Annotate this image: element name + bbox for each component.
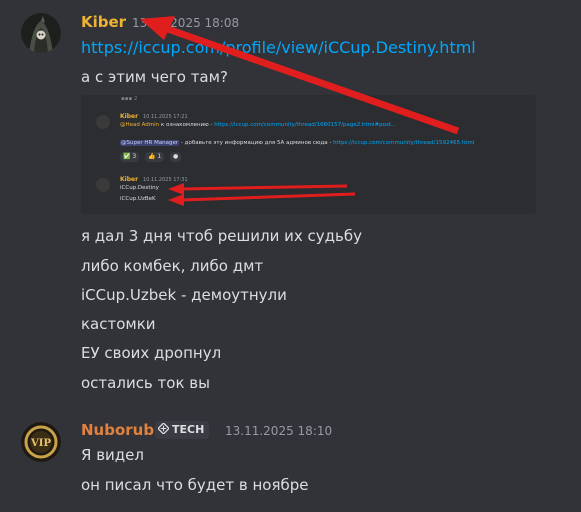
embedded-screenshot[interactable]: ▪▪▪ 2 Kiber 10.11.2025 17:21 @Head Admin… <box>81 95 536 214</box>
embedded-text: - добавьте эту информацию для 5А админов… <box>179 140 334 146</box>
timestamp: 13.11.2025 18:08 <box>132 16 240 30</box>
embedded-timestamp: 10.11.2025 17:21 <box>143 114 188 120</box>
message-text: кастомки <box>81 315 156 333</box>
embedded-top-label: ▪▪▪ 2 <box>121 96 138 102</box>
avatar[interactable] <box>21 13 61 53</box>
embedded-line-1: @Head Admin к ознакомлению - https://icc… <box>120 122 396 128</box>
embedded-link: https://iccup.com/community/thread/15924… <box>333 140 475 146</box>
message-text: остались ток вы <box>81 374 210 392</box>
message-text: он писал что будет в ноябре <box>81 476 309 494</box>
avatar[interactable]: VIP <box>21 422 61 462</box>
tech-tag-label: TECH <box>172 423 205 436</box>
embedded-author: Kiber <box>120 113 139 120</box>
embedded-text: iCCup.Destiny <box>120 185 159 191</box>
embedded-text: к ознакомлению - <box>159 122 215 128</box>
reaction: ● <box>170 152 182 162</box>
reaction: ✅ 3 <box>120 152 140 162</box>
tech-tag[interactable]: TECH <box>155 421 210 439</box>
message-text: либо комбек, либо дмт <box>81 257 264 275</box>
author-name[interactable]: Nuborub <box>81 421 154 439</box>
message-text: Я видел <box>81 446 144 464</box>
embedded-author: Kiber <box>120 176 139 183</box>
embedded-timestamp: 10.11.2025 17:31 <box>143 177 188 183</box>
embedded-text: iCCup.UzBeK <box>120 196 156 202</box>
embedded-avatar <box>96 178 110 192</box>
vip-badge-icon: VIP <box>21 422 61 462</box>
embedded-mention: @Head Admin <box>120 122 160 128</box>
embedded-avatar <box>96 115 110 129</box>
message-kiber: Kiber 13.11.2025 18:08 https://iccup.com… <box>0 0 581 400</box>
timestamp: 13.11.2025 18:10 <box>225 424 333 438</box>
message-text: я дал 3 дня чтоб решили их судьбу <box>81 227 362 245</box>
embedded-line-2: @Super HR Manager - добавьте эту информа… <box>120 140 474 146</box>
reaction: 👍 1 <box>145 152 165 162</box>
embedded-link: https://iccup.com/community/thread/16601… <box>214 122 397 128</box>
hooded-figure-icon <box>21 13 61 53</box>
svg-text:VIP: VIP <box>30 438 51 449</box>
embedded-mention: @Super HR Manager <box>120 140 180 146</box>
message-nuborub: VIP Nuborub TECH 13.11.2025 18:10 Я виде… <box>0 400 581 512</box>
message-link[interactable]: https://iccup.com/profile/view/iCCup.Des… <box>81 38 476 57</box>
message-text: а с этим чего там? <box>81 68 228 86</box>
message-text: ЕУ своих дропнул <box>81 344 222 362</box>
author-name[interactable]: Kiber <box>81 13 126 31</box>
message-text: iCCup.Uzbek - демоутнули <box>81 286 287 304</box>
tech-tag-icon <box>157 422 170 435</box>
